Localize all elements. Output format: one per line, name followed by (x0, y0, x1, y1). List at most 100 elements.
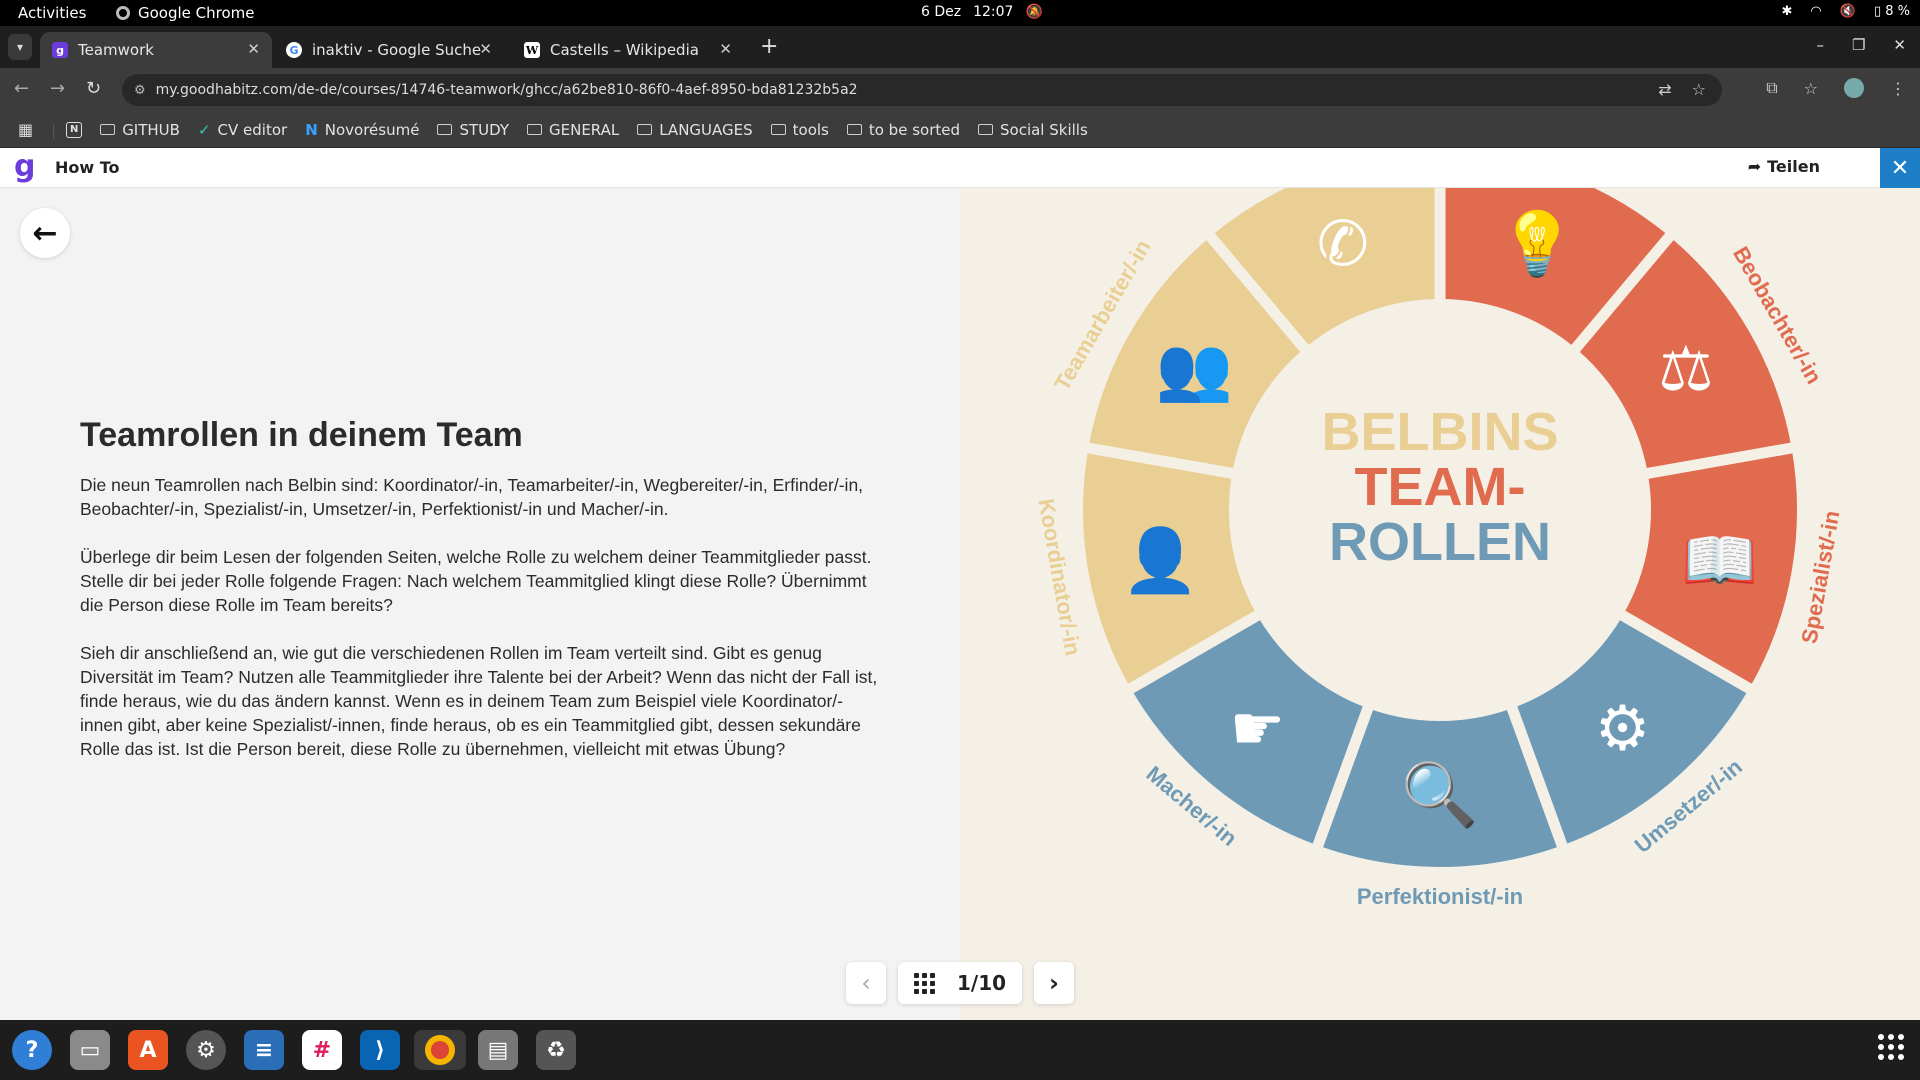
chrome-icon[interactable] (414, 1030, 466, 1070)
window-controls: – ❐ ✕ (1816, 36, 1906, 54)
clock-date: 6 Dez (921, 4, 962, 20)
slack-icon[interactable]: # (302, 1030, 342, 1070)
bookmark-label: STUDY (459, 120, 509, 139)
app-menu-label: Google Chrome (138, 4, 255, 22)
book-icon: 📖 (1681, 523, 1758, 596)
folder-icon (846, 124, 862, 135)
illustration-panel: BELBINS TEAM- ROLLEN Erfinder/-inBeobach… (960, 188, 1920, 1020)
minimize-icon[interactable]: – (1816, 36, 1824, 54)
system-top-bar: Activities Google Chrome 6 Dez 12:07 🔕 ✱… (0, 0, 1920, 26)
files-icon[interactable]: ▭ (70, 1030, 110, 1070)
activities-button[interactable]: Activities (18, 4, 86, 22)
lesson-paragraph: Überlege dir beim Lesen der folgenden Se… (80, 547, 872, 615)
pointing-hand-icon: ☛ (1230, 692, 1286, 765)
system-tray[interactable]: ✱ ◠ 🔇 ▯ 8 % (1782, 4, 1911, 19)
goodhabitz-logo[interactable]: g (14, 152, 35, 182)
app-menu[interactable]: Google Chrome (116, 4, 255, 22)
close-icon[interactable]: ✕ (719, 40, 732, 58)
bookmark-label: GITHUB (122, 120, 180, 139)
tab-search-button[interactable]: ▾ (8, 34, 32, 60)
tab-title: Castells – Wikipedia (550, 41, 699, 59)
goodhabitz-icon: g (52, 42, 68, 58)
folder-icon (637, 124, 653, 135)
bookmark-study[interactable]: STUDY (437, 121, 509, 139)
bookmark-label: LANGUAGES (659, 120, 753, 139)
checkmark-icon: ✓ (197, 120, 211, 139)
tab-teamwork[interactable]: g Teamwork ✕ (40, 32, 272, 68)
bookmark-cv-editor[interactable]: ✓ CV editor (198, 121, 287, 139)
restore-icon[interactable]: ❐ (1852, 36, 1865, 54)
chevron-right-icon: › (1049, 969, 1059, 997)
new-tab-button[interactable]: + (760, 34, 778, 59)
wheel-title-line3: ROLLEN (1329, 512, 1551, 572)
trash-icon[interactable]: ♻ (536, 1030, 576, 1070)
wheel-role-label: Spezialist/-in (1796, 509, 1844, 646)
previous-page-button[interactable]: ‹ (846, 962, 886, 1004)
do-not-disturb-icon: 🔕 (1025, 4, 1043, 20)
arrow-left-icon: ← (32, 215, 58, 251)
bookmark-to-be-sorted[interactable]: to be sorted (846, 121, 960, 139)
software-center-icon[interactable]: A (128, 1030, 168, 1070)
menu-kebab-icon[interactable]: ⋮ (1890, 79, 1906, 98)
bookmark-star-icon[interactable]: ☆ (1692, 80, 1706, 99)
forward-arrow-icon[interactable]: → (50, 78, 65, 99)
chevron-down-icon: ▾ (16, 40, 24, 54)
vscode-icon[interactable]: ⟩ (360, 1030, 400, 1070)
back-button[interactable]: ← (20, 208, 70, 258)
next-page-button[interactable]: › (1034, 962, 1074, 1004)
bookmark-label: Social Skills (1000, 120, 1088, 139)
bookmark-languages[interactable]: LANGUAGES (637, 120, 753, 139)
profile-avatar[interactable] (1844, 78, 1864, 98)
close-icon[interactable]: ✕ (247, 40, 260, 58)
tab-title: inaktiv - Google Suche (312, 41, 482, 59)
address-bar[interactable]: ⚙ my.goodhabitz.com/de-de/courses/14746-… (122, 74, 1722, 106)
site-info-icon[interactable]: ⚙ (134, 83, 146, 98)
writer-icon[interactable]: ≡ (244, 1030, 284, 1070)
omnibox-actions: ⇄ ☆ (1658, 80, 1706, 99)
folder-icon (770, 124, 786, 135)
apps-button[interactable]: ▦ (18, 120, 33, 139)
tab-wikipedia[interactable]: W Castells – Wikipedia ✕ (512, 32, 744, 68)
wikipedia-icon: W (524, 42, 540, 58)
clock-time: 12:07 (973, 4, 1014, 20)
bookmark-notion[interactable]: N (66, 121, 83, 138)
translate-icon[interactable]: ⇄ (1658, 80, 1671, 99)
tab-google-search[interactable]: G inaktiv - Google Suche ✕ (274, 32, 504, 68)
page-indicator[interactable]: 1/10 (898, 962, 1022, 1004)
bookmark-tools[interactable]: tools (770, 120, 829, 139)
grid-icon (913, 972, 935, 994)
window-close-icon[interactable]: ✕ (1893, 36, 1906, 54)
bookmark-social-skills[interactable]: Social Skills (978, 121, 1088, 139)
tab-title: Teamwork (78, 41, 154, 59)
close-icon[interactable]: ✕ (479, 40, 492, 58)
clock[interactable]: 6 Dez 12:07 🔕 (921, 4, 1043, 20)
reload-icon[interactable]: ↻ (86, 78, 101, 99)
back-arrow-icon[interactable]: ← (14, 78, 29, 99)
page-title: How To (55, 158, 120, 177)
group-icon: 👥 (1155, 332, 1232, 405)
bookmark-novoresume[interactable]: N Novorésumé (305, 121, 419, 139)
browser-toolbar: ← → ↻ ⚙ my.goodhabitz.com/de-de/courses/… (0, 68, 1920, 112)
drive-icon[interactable]: ▤ (478, 1030, 518, 1070)
toolbar-actions: ⧉ ☆ ⋮ (1766, 78, 1906, 98)
bookmark-divider: | (51, 120, 57, 139)
extensions-icon[interactable]: ⧉ (1766, 78, 1777, 98)
folder-icon (527, 124, 542, 135)
volume-icon: 🔇 (1839, 4, 1856, 19)
bookmark-label: tools (792, 120, 829, 139)
scales-icon: ⚖ (1658, 332, 1714, 405)
show-apps-button[interactable] (1878, 1034, 1904, 1060)
folder-icon (978, 124, 993, 135)
share-button[interactable]: ➦ Teilen (1748, 157, 1820, 176)
settings-icon[interactable]: ⚙ (186, 1030, 226, 1070)
phone-icon: ✆ (1317, 207, 1369, 280)
bookmark-label: GENERAL (549, 120, 620, 139)
close-course-button[interactable]: ✕ (1880, 148, 1920, 188)
belbin-team-roles-wheel: BELBINS TEAM- ROLLEN Erfinder/-inBeobach… (1033, 188, 1844, 909)
help-icon[interactable]: ? (12, 1030, 52, 1070)
bookmark-general[interactable]: GENERAL (527, 121, 619, 139)
network-icon: ✱ (1781, 4, 1793, 19)
bookmark-github[interactable]: GITHUB (100, 121, 180, 139)
chevron-left-icon: ‹ (861, 969, 871, 997)
bookmarks-icon[interactable]: ☆ (1804, 79, 1818, 98)
